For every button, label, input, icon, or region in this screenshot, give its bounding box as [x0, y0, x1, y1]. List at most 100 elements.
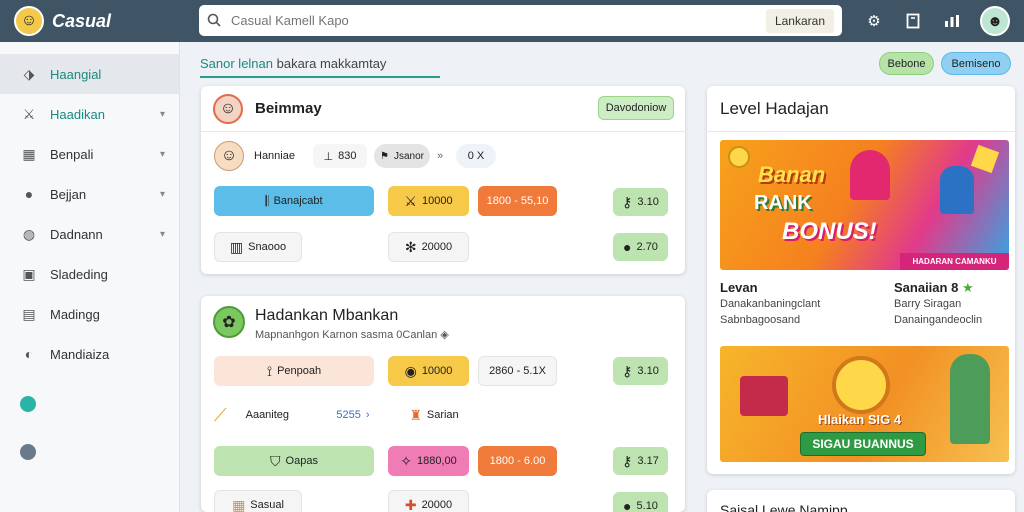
row2-c2: 20000: [421, 241, 453, 253]
coin-icon: ●: [623, 239, 632, 255]
chest-icon: ▦: [232, 496, 246, 512]
sidebar-item-1[interactable]: ⚔ Haadikan ▾: [0, 94, 179, 134]
row2-green-chip[interactable]: ● 2.70: [613, 233, 668, 261]
c2-row3-green-small-chip[interactable]: ⚷ 3.17: [613, 447, 668, 475]
c2-row1-green-chip[interactable]: ⚷ 3.10: [613, 357, 668, 385]
bookmark-icon[interactable]: [902, 10, 924, 32]
sidebar-item-7[interactable]: ◐ Mandiaiza: [0, 334, 179, 374]
user-avatar[interactable]: ☻: [980, 6, 1010, 36]
sidebar-item-6[interactable]: ▤ Madingg: [0, 294, 179, 334]
bonus-claim-button[interactable]: SIGAU BUANNUS: [800, 432, 926, 456]
row1-orange-chip[interactable]: 1800 - 55,10: [478, 186, 557, 216]
c2-row3-orange-chip[interactable]: 1800 - 6.00: [478, 446, 557, 476]
c2-row2-link[interactable]: 5255 ›: [328, 400, 378, 430]
key-icon: ⚷: [622, 193, 633, 210]
sidebar-item-4[interactable]: ◍ Dadnann ▾: [0, 214, 179, 254]
banner1-line2: RANK: [754, 192, 812, 214]
c2-row4-chip-1[interactable]: ▦ Sasual: [214, 490, 302, 512]
c2-row4-green-chip[interactable]: ● 5.10: [613, 492, 668, 512]
search-input[interactable]: [231, 13, 766, 28]
logo-mascot-icon: ☺: [14, 6, 44, 36]
stat-chip-2[interactable]: ⚑ Jsanor: [374, 144, 430, 168]
sidebar-item-label: Mandiaiza: [50, 346, 110, 362]
c2-row2-chip-3[interactable]: ♜ Sarian: [394, 400, 474, 430]
c2-row2-chip-1[interactable]: ⟋ Aaaniteg: [214, 400, 324, 430]
c2-row3-pink-chip[interactable]: ✧ 1880,00: [388, 446, 469, 476]
book-icon: ▥: [229, 238, 244, 255]
hint-icon: ◈: [440, 329, 449, 341]
c2-row3-c1: Oapas: [285, 455, 318, 467]
row2-c1: Snaooo: [248, 241, 287, 253]
rank-bonus-banner[interactable]: Banan RANK BONUS! HADARAN CAMANKU: [720, 140, 1009, 270]
c2-row4-c1: Sasual: [250, 499, 284, 511]
banner1-strip: HADARAN CAMANKU: [900, 253, 1009, 270]
sidebar-item-5[interactable]: ▣ Sladeding: [0, 254, 179, 294]
app-logo[interactable]: ☺ Casual: [0, 6, 180, 36]
card-avatar: ☺: [213, 94, 243, 124]
row1-c2: 10000: [421, 195, 453, 207]
c2-row4-chip-2[interactable]: ✚ 20000: [388, 490, 469, 512]
chat-icon: ●: [24, 186, 34, 202]
treasure-icon: ♜: [409, 406, 422, 423]
chevron-down-icon: ▾: [159, 108, 165, 120]
stat-1-value: 830: [338, 150, 357, 162]
banner1-line1: Banan: [758, 162, 826, 187]
sword-icon: ⚔: [22, 105, 36, 122]
blue-pill-button[interactable]: Bemiseno: [941, 52, 1011, 75]
main-heading: Sanor lelnan bakara makkamtay: [200, 56, 386, 71]
panel-title: Level Hadajan: [720, 99, 829, 118]
row1-blue-chip[interactable]: 𝄃 Banajcabt: [214, 186, 374, 216]
c2-row3-green-chip[interactable]: ⛉ Oapas: [214, 446, 374, 476]
c2-row1-c2: 10000: [421, 365, 453, 377]
refresh-icon: ◐: [24, 346, 34, 362]
user-label: Hanniae: [254, 150, 295, 162]
row1-c1: Banajcabt: [273, 195, 323, 207]
sidebar-item-label: Haangial: [50, 66, 102, 82]
heading-rest: bakara makkamtay: [273, 56, 387, 71]
double-arrow-icon: »: [437, 150, 444, 162]
stat-chip-1[interactable]: ⊥ 830: [313, 144, 367, 168]
green-pill-button[interactable]: Bebone: [879, 52, 934, 75]
card2-title: Hadankan Mbankan: [255, 307, 399, 324]
sidebar-item-2[interactable]: ▦ Benpali ▾: [0, 134, 179, 174]
row1-green-chip[interactable]: ⚷ 3.10: [613, 188, 668, 216]
stat-chip-3[interactable]: 0 X: [456, 144, 496, 168]
row2-chip-1[interactable]: ▥ Snaooo: [214, 232, 302, 262]
character-explorer-icon: [950, 354, 990, 444]
sidebar-item-0[interactable]: ⬗ Haangial: [0, 54, 179, 94]
c2-row1-yellow-chip[interactable]: ◉ 10000: [388, 356, 469, 386]
sidebar-dot-1[interactable]: [20, 444, 36, 460]
sidebar-dot-0[interactable]: [20, 396, 36, 412]
c2-row4-c2: 20000: [421, 499, 453, 511]
heading-underline: [200, 76, 440, 78]
character-boy-icon: [940, 166, 974, 214]
wand-icon: ✧: [400, 452, 412, 469]
chart-icon[interactable]: [941, 10, 963, 32]
pin-icon: ⊥: [323, 150, 334, 163]
bow-icon: ⟟: [266, 362, 273, 379]
sidebar-item-3[interactable]: ● Bejjan ▾: [0, 174, 179, 214]
sword-icon: ⟋: [214, 404, 227, 425]
c2-row2-c1: Aaaniteg: [245, 409, 290, 421]
row2-chip-2[interactable]: ✻ 20000: [388, 232, 469, 262]
gift-icon: [970, 144, 1000, 174]
card-badge-button[interactable]: Davodoniow: [598, 96, 674, 120]
sidebar-item-label: Bejjan: [50, 186, 87, 202]
row1-yellow-chip[interactable]: ⚔ 10000: [388, 186, 469, 216]
info-left-line1: Danakanbaningclant: [720, 298, 821, 310]
sigau-bonus-banner[interactable]: Hlaikan SIG 4 SIGAU BUANNUS: [720, 346, 1009, 462]
c2-row1-gray-chip[interactable]: 2860 - 5.1X: [478, 356, 557, 386]
sidebar: ⬗ Haangial ⚔ Haadikan ▾ ▦ Benpali ▾ ● Bejjan ▾ ◍ Dad…: [0, 42, 180, 512]
c2-row4-c4: 5.10: [636, 500, 658, 512]
row1-c4: 3.10: [637, 196, 659, 208]
star-icon: ★: [961, 280, 974, 295]
gear-icon[interactable]: ⚙: [863, 10, 885, 32]
search-button[interactable]: Lankaran: [765, 8, 834, 33]
bottom-panel-title: Saisal Lewe Namipp: [720, 502, 848, 512]
divider: [707, 131, 1015, 132]
c2-row1-chip-1[interactable]: ⟟ Penpoah: [214, 356, 374, 386]
coin-icon: ◉: [404, 362, 417, 379]
card2-subtitle-text: Mapnanhgon Karnon sasma 0Canlan: [255, 329, 438, 341]
sidebar-item-label: Haadikan: [50, 106, 105, 122]
coin-icon: ●: [623, 498, 632, 512]
